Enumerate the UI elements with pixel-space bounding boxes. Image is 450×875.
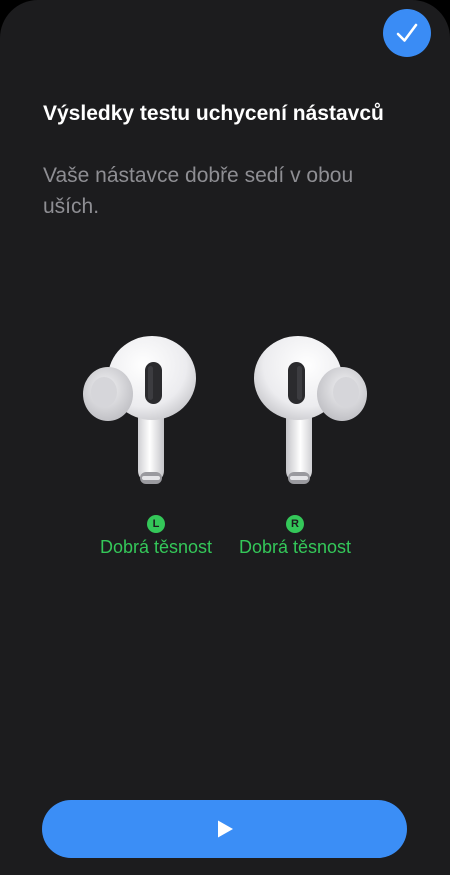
checkmark-icon	[396, 23, 418, 42]
left-fit-result: L Dobrá těsnost	[86, 514, 226, 559]
right-fit-result: R Dobrá těsnost	[225, 514, 365, 559]
play-button[interactable]	[42, 800, 407, 858]
page-subtitle: Vaše nástavce dobře sedí v obou uších.	[43, 164, 354, 218]
play-icon	[217, 820, 233, 838]
left-earbud-image	[83, 336, 196, 484]
done-button[interactable]	[383, 9, 431, 57]
modal-sheet: Výsledky testu uchycení nástavců Vaše ná…	[0, 0, 450, 875]
page-title: Výsledky testu uchycení nástavců	[43, 102, 384, 125]
right-earbud-image	[254, 336, 367, 484]
right-ear-badge: R	[286, 515, 304, 533]
right-fit-status: Dobrá těsnost	[238, 537, 352, 557]
left-ear-badge: L	[147, 515, 165, 533]
left-fit-status: Dobrá těsnost	[99, 537, 213, 557]
